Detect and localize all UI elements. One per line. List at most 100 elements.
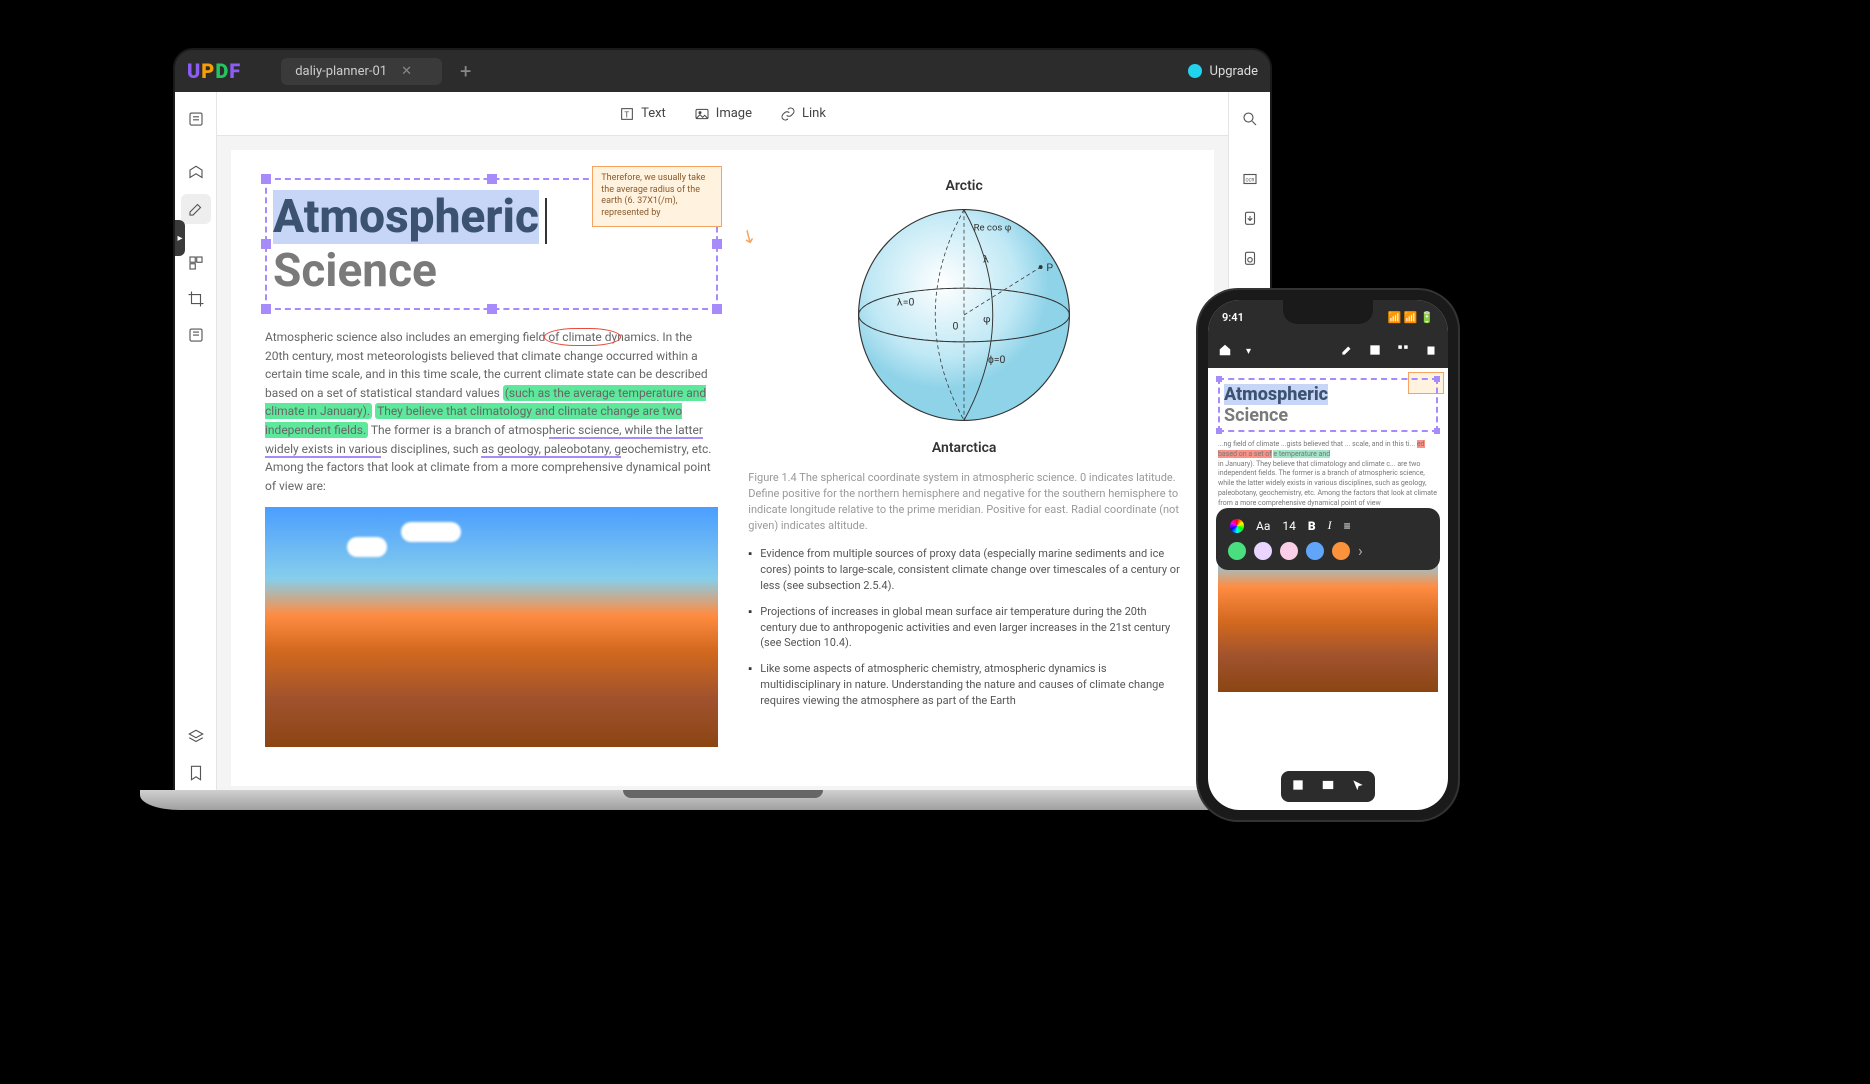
export-icon[interactable] [1235, 204, 1265, 234]
resize-handle[interactable] [1434, 376, 1440, 382]
title-text: Science [273, 244, 437, 298]
svg-text:Re cos φ: Re cos φ [974, 223, 1012, 234]
svg-text:OCR: OCR [1245, 177, 1254, 183]
close-icon[interactable]: ✕ [401, 64, 412, 79]
phone-screen: 9:41 📶 📶 🔋 ▾ Atmospheric [1208, 300, 1448, 810]
list-item: Like some aspects of atmospheric chemist… [748, 661, 1180, 709]
resize-handle[interactable] [712, 239, 722, 249]
text-cursor [545, 198, 547, 244]
document-image[interactable] [265, 507, 718, 747]
edit-tool-icon[interactable] [181, 194, 211, 224]
organize-icon[interactable] [1396, 342, 1410, 361]
font-size[interactable]: 14 [1282, 519, 1296, 533]
list-item: Evidence from multiple sources of proxy … [748, 546, 1180, 594]
phone-device: 9:41 📶 📶 🔋 ▾ Atmospheric [1198, 290, 1458, 820]
add-tab-button[interactable]: + [460, 59, 471, 83]
phone-title-selected: Atmospheric [1224, 384, 1328, 405]
resize-handle[interactable] [487, 304, 497, 314]
left-sidebar [175, 92, 217, 800]
phone-status-icons: 📶 📶 🔋 [1387, 311, 1434, 324]
font-button[interactable]: Aa [1256, 519, 1270, 533]
protect-icon[interactable] [1235, 244, 1265, 274]
list-item: Projections of increases in global mean … [748, 604, 1180, 652]
bookmark-icon[interactable] [181, 758, 211, 788]
select-tool-icon[interactable] [1351, 777, 1365, 796]
more-colors-icon[interactable]: › [1358, 541, 1363, 560]
user-avatar[interactable] [1188, 64, 1202, 78]
phone-paragraph: ...ng field of climate ...gists believed… [1218, 440, 1438, 509]
text-tool-label: Text [641, 106, 666, 121]
edit-toolbar: T Text Image Link [217, 92, 1228, 136]
laptop-window: UPDF daliy-planner-01 ✕ + Upgrade ▸ [175, 50, 1270, 800]
sphere-top-label: Arctic [748, 178, 1180, 194]
color-swatch[interactable] [1280, 542, 1298, 560]
selected-title-text[interactable]: Atmospheric [273, 190, 539, 244]
phone-bottom-bar [1281, 771, 1375, 802]
reader-mode-icon[interactable] [181, 104, 211, 134]
text-tool-icon[interactable] [1291, 777, 1305, 796]
document-canvas[interactable]: Atmospheric Science Therefore, we usuall… [217, 136, 1228, 800]
bold-button[interactable]: B [1308, 519, 1316, 533]
resize-handle[interactable] [1434, 428, 1440, 434]
text-icon[interactable] [1368, 342, 1382, 361]
resize-handle[interactable] [261, 239, 271, 249]
search-icon[interactable] [1235, 104, 1265, 134]
phone-toolbar: ▾ [1208, 334, 1448, 368]
copy-icon[interactable] [1424, 342, 1438, 361]
phone-time: 9:41 [1222, 311, 1244, 324]
document-tab[interactable]: daliy-planner-01 ✕ [281, 58, 442, 85]
cloud-decoration [401, 522, 461, 542]
sidebar-expand-handle[interactable]: ▸ [175, 220, 185, 256]
home-icon[interactable] [1218, 342, 1232, 361]
comment-tool-icon[interactable] [181, 158, 211, 188]
circled-text: of climate dy [548, 330, 617, 344]
color-swatch[interactable] [1332, 542, 1350, 560]
resize-handle[interactable] [1216, 376, 1222, 382]
color-swatches: › [1224, 535, 1432, 562]
resize-handle[interactable] [261, 174, 271, 184]
text-selection-box[interactable]: Atmospheric Science Therefore, we usuall… [265, 178, 718, 310]
ocr-icon[interactable]: OCR [1235, 164, 1265, 194]
squiggle-text: as geology, paleobotany, g [481, 442, 621, 458]
resize-handle[interactable] [487, 174, 497, 184]
organize-icon[interactable] [181, 248, 211, 278]
resize-handle[interactable] [712, 304, 722, 314]
align-icon[interactable]: ≡ [1344, 519, 1351, 533]
phone-selection-box[interactable]: Atmospheric Science [1218, 378, 1438, 432]
svg-text:0: 0 [953, 319, 959, 332]
sphere-diagram: Arctic P [748, 178, 1180, 470]
app-logo: UPDF [187, 59, 241, 83]
sphere-bottom-label: Antarctica [748, 440, 1180, 456]
titlebar: UPDF daliy-planner-01 ✕ + Upgrade [175, 50, 1270, 92]
link-tool[interactable]: Link [780, 106, 826, 122]
svg-text:λ: λ [983, 252, 989, 265]
resize-handle[interactable] [261, 304, 271, 314]
layers-icon[interactable] [181, 722, 211, 752]
svg-text:T: T [624, 110, 629, 119]
callout-note[interactable]: Therefore, we usually take the average r… [592, 166, 722, 227]
crop-icon[interactable] [181, 284, 211, 314]
laptop-base [140, 790, 1305, 810]
color-swatch[interactable] [1228, 542, 1246, 560]
figure-caption: Figure 1.4 The spherical coordinate syst… [748, 470, 1180, 534]
tab-title: daliy-planner-01 [295, 64, 387, 79]
pencil-icon[interactable] [1340, 342, 1354, 361]
svg-text:φ: φ [983, 313, 990, 326]
image-tool[interactable]: Image [694, 106, 752, 122]
resize-handle[interactable] [1216, 428, 1222, 434]
text-tool[interactable]: T Text [619, 106, 666, 122]
upgrade-button[interactable]: Upgrade [1210, 64, 1258, 79]
phone-document[interactable]: Atmospheric Science ...ng field of clima… [1208, 368, 1448, 810]
svg-text:ɸ=0: ɸ=0 [988, 353, 1006, 366]
link-tool-label: Link [802, 106, 826, 121]
color-swatch[interactable] [1306, 542, 1324, 560]
italic-button[interactable]: I [1328, 518, 1332, 533]
bullet-list: Evidence from multiple sources of proxy … [748, 546, 1180, 719]
redact-icon[interactable] [181, 320, 211, 350]
body-paragraph: Atmospheric science also includes an eme… [265, 328, 718, 495]
image-tool-icon[interactable] [1321, 777, 1335, 796]
chevron-down-icon[interactable]: ▾ [1246, 346, 1251, 357]
color-picker-icon[interactable] [1230, 519, 1244, 533]
main-area: T Text Image Link [217, 92, 1228, 800]
color-swatch[interactable] [1254, 542, 1272, 560]
